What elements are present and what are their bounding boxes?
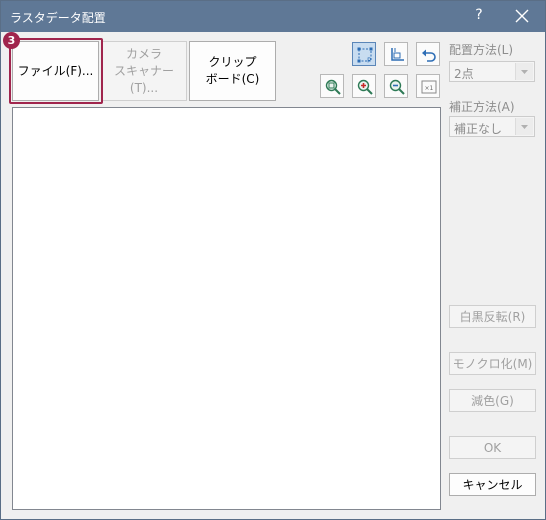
correction-method-value: 補正なし xyxy=(454,122,503,136)
zoom-out-button[interactable] xyxy=(384,74,408,98)
two-point-place-icon: P xyxy=(357,47,373,65)
raster-preview-canvas[interactable] xyxy=(12,107,441,510)
monochrome-button: モノクロ化(M) xyxy=(449,352,536,375)
correction-method-label: 補正方法(A) xyxy=(449,100,515,114)
chevron-down-icon xyxy=(521,70,528,74)
placement-method-label: 配置方法(L) xyxy=(449,43,514,57)
correction-method-select: 補正なし xyxy=(449,116,535,137)
svg-text:P: P xyxy=(367,57,371,65)
zoom-in-button[interactable] xyxy=(352,74,376,98)
invert-button: 白黒反転(R) xyxy=(449,305,536,328)
dropdown-arrow xyxy=(515,63,533,80)
window-title: ラスタデータ配置 xyxy=(10,11,106,25)
placement-method-select: 2点 xyxy=(449,61,535,82)
chevron-down-icon xyxy=(521,125,528,129)
clipboard-button[interactable]: クリップ ボード(C) xyxy=(189,41,276,101)
zoom-actual-button[interactable]: ×1 xyxy=(416,74,440,98)
undo-icon xyxy=(422,49,436,62)
undo-button[interactable] xyxy=(416,42,440,66)
zoom-fit-button[interactable] xyxy=(320,74,344,98)
place-button[interactable] xyxy=(384,42,408,66)
help-button[interactable]: ? xyxy=(471,7,487,23)
cancel-button[interactable]: キャンセル xyxy=(449,473,536,496)
raster-placement-dialog: ラスタデータ配置 ? ファイル(F)... カメラ スキャナー(T)... クリ… xyxy=(0,0,546,520)
close-icon xyxy=(515,9,529,23)
zoom-in-icon xyxy=(357,79,373,95)
step-highlight xyxy=(9,38,103,104)
step-badge: 3 xyxy=(3,32,20,49)
two-point-place-button[interactable]: P xyxy=(352,42,376,66)
zoom-actual-icon: ×1 xyxy=(421,80,437,94)
place-icon xyxy=(391,48,404,61)
ok-button: OK xyxy=(449,436,536,459)
title-bar: ラスタデータ配置 ? xyxy=(1,1,545,32)
reduce-color-button: 減色(G) xyxy=(449,389,536,412)
close-button[interactable] xyxy=(509,4,535,28)
zoom-out-icon xyxy=(389,79,405,95)
svg-text:×1: ×1 xyxy=(425,85,434,92)
zoom-fit-icon xyxy=(325,79,341,95)
placement-method-value: 2点 xyxy=(454,67,474,81)
dropdown-arrow xyxy=(515,118,533,135)
camera-scanner-button: カメラ スキャナー(T)... xyxy=(101,41,187,101)
